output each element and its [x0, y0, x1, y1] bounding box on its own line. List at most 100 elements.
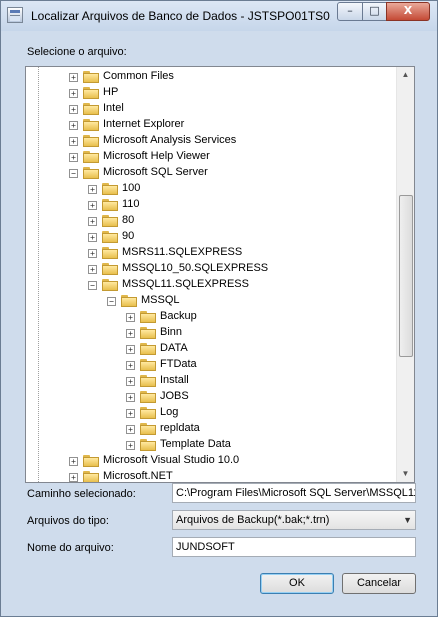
expand-toggle-icon[interactable]: + [69, 89, 78, 98]
expand-toggle-icon[interactable]: + [126, 345, 135, 354]
expand-toggle-icon[interactable]: + [88, 217, 97, 226]
folder-icon [102, 279, 118, 291]
tree-item[interactable]: + MSRS11.SQLEXPRESS [26, 245, 396, 261]
folder-icon [102, 231, 118, 243]
expand-toggle-icon[interactable]: + [126, 441, 135, 450]
expand-toggle-icon[interactable]: + [126, 377, 135, 386]
folder-icon [102, 247, 118, 259]
expand-toggle-icon[interactable]: + [126, 361, 135, 370]
tree-item-label: Common Files [103, 70, 174, 82]
expand-toggle-icon[interactable]: + [69, 121, 78, 130]
expand-toggle-icon[interactable]: + [69, 473, 78, 482]
tree-item-label: Template Data [160, 438, 231, 450]
tree-item[interactable]: +100 [26, 181, 396, 197]
expand-toggle-icon[interactable]: + [126, 409, 135, 418]
tree-item-label: Microsoft SQL Server [103, 166, 208, 178]
maximize-button[interactable]: □ [362, 2, 387, 21]
close-button[interactable]: X [386, 2, 430, 21]
file-name-label: Nome do arquivo: [27, 542, 114, 554]
tree-item-label: 90 [122, 230, 135, 242]
tree-item-label: Backup [160, 310, 197, 322]
file-name-input[interactable]: JUNDSOFT [172, 537, 416, 557]
tree-label: Selecione o arquivo: [27, 46, 127, 58]
expand-toggle-icon[interactable]: + [88, 185, 97, 194]
cancel-button[interactable]: Cancelar [342, 573, 416, 594]
tree-item[interactable]: + Internet Explorer [26, 117, 396, 133]
expand-toggle-icon[interactable]: + [126, 425, 135, 434]
folder-tree[interactable]: + Common Files + HP + Intel + Internet Explorer… [25, 66, 415, 483]
expand-toggle-icon[interactable]: + [69, 73, 78, 82]
tree-item-label: Install [160, 374, 189, 386]
tree-item[interactable]: + Microsoft Help Viewer [26, 149, 396, 165]
folder-icon [140, 423, 156, 435]
expand-toggle-icon[interactable]: + [69, 137, 78, 146]
folder-icon [83, 119, 99, 131]
scroll-down-arrow-icon[interactable]: ▼ [398, 466, 413, 482]
expand-toggle-icon[interactable]: − [107, 297, 116, 306]
tree-scrollbar[interactable]: ▲ ▼ [396, 67, 414, 482]
tree-item[interactable]: + Log [26, 405, 396, 421]
folder-icon [83, 471, 99, 482]
file-type-select[interactable]: Arquivos de Backup(*.bak;*.trn) ▼ [172, 510, 416, 530]
selected-path-field[interactable]: C:\Program Files\Microsoft SQL Server\MS… [172, 483, 416, 503]
tree-item[interactable]: +80 [26, 213, 396, 229]
tree-item-label: HP [103, 86, 119, 98]
scroll-thumb[interactable] [399, 195, 413, 357]
folder-icon [83, 455, 99, 467]
ok-button[interactable]: OK [260, 573, 334, 594]
tree-item[interactable]: + Intel [26, 101, 396, 117]
tree-item[interactable]: + MSSQL10_50.SQLEXPRESS [26, 261, 396, 277]
folder-icon [140, 343, 156, 355]
tree-item-label: 80 [122, 214, 135, 226]
expand-toggle-icon[interactable]: + [69, 457, 78, 466]
tree-item[interactable]: − MSSQL11.SQLEXPRESS [26, 277, 396, 293]
file-type-value: Arquivos de Backup(*.bak;*.trn) [176, 514, 330, 526]
folder-icon [140, 327, 156, 339]
tree-viewport: + Common Files + HP + Intel + Internet Explorer… [26, 67, 398, 482]
scroll-up-arrow-icon[interactable]: ▲ [398, 67, 413, 83]
expand-toggle-icon[interactable]: + [69, 105, 78, 114]
expand-toggle-icon[interactable]: + [88, 249, 97, 258]
tree-item[interactable]: + JOBS [26, 389, 396, 405]
tree-item[interactable]: + Microsoft Analysis Services [26, 133, 396, 149]
expand-toggle-icon[interactable]: + [126, 329, 135, 338]
title-bar[interactable]: Localizar Arquivos de Banco de Dados - J… [1, 1, 437, 31]
tree-item[interactable]: + HP [26, 85, 396, 101]
chevron-down-icon: ▼ [403, 515, 412, 525]
tree-item[interactable]: + Backup [26, 309, 396, 325]
expand-toggle-icon[interactable]: + [88, 265, 97, 274]
tree-item[interactable]: +110 [26, 197, 396, 213]
tree-item[interactable]: + Common Files [26, 69, 396, 85]
expand-toggle-icon[interactable]: − [88, 281, 97, 290]
tree-item[interactable]: + repldata [26, 421, 396, 437]
expand-toggle-icon[interactable]: + [69, 153, 78, 162]
folder-icon [140, 391, 156, 403]
expand-toggle-icon[interactable]: + [88, 201, 97, 210]
tree-item[interactable]: + Template Data [26, 437, 396, 453]
folder-icon [102, 215, 118, 227]
tree-item[interactable]: + Microsoft Visual Studio 10.0 [26, 453, 396, 469]
folder-icon [102, 263, 118, 275]
tree-item[interactable]: + Microsoft.NET [26, 469, 396, 482]
tree-item[interactable]: + Install [26, 373, 396, 389]
tree-item[interactable]: +90 [26, 229, 396, 245]
expand-toggle-icon[interactable]: + [88, 233, 97, 242]
tree-item-label: MSSQL [141, 294, 180, 306]
folder-icon [140, 375, 156, 387]
folder-icon [83, 151, 99, 163]
selected-path-label: Caminho selecionado: [27, 488, 136, 500]
tree-item[interactable]: − MSSQL [26, 293, 396, 309]
tree-item[interactable]: + Binn [26, 325, 396, 341]
tree-item[interactable]: + DATA [26, 341, 396, 357]
tree-item[interactable]: + FTData [26, 357, 396, 373]
expand-toggle-icon[interactable]: + [126, 393, 135, 402]
file-type-label: Arquivos do tipo: [27, 515, 109, 527]
minimize-button[interactable]: – [337, 2, 363, 21]
folder-icon [102, 199, 118, 211]
tree-item-label: Binn [160, 326, 183, 338]
folder-icon [83, 103, 99, 115]
expand-toggle-icon[interactable]: − [69, 169, 78, 178]
tree-item-label: Log [160, 406, 179, 418]
tree-item[interactable]: − Microsoft SQL Server [26, 165, 396, 181]
expand-toggle-icon[interactable]: + [126, 313, 135, 322]
